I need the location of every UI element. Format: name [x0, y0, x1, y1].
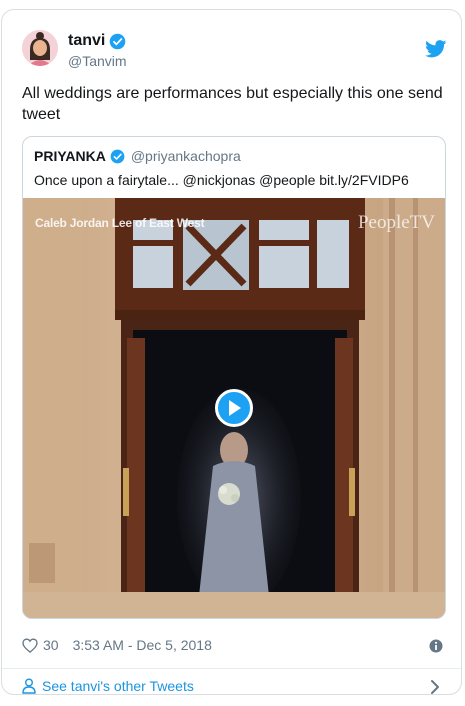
see-other-tweets-label[interactable]: See tanvi's other Tweets: [42, 678, 194, 694]
quoted-text: Once upon a fairytale... @nickjonas @peo…: [34, 172, 409, 188]
see-other-tweets-link[interactable]: See tanvi's other Tweets: [22, 678, 194, 694]
author-handle[interactable]: @Tanvim: [68, 53, 127, 69]
embedded-tweet-card: tanvi @Tanvim All weddings are performan…: [1, 9, 462, 695]
tweet-meta: 30 3:53 AM - Dec 5, 2018: [22, 637, 212, 653]
tweet-timestamp[interactable]: 3:53 AM - Dec 5, 2018: [73, 637, 212, 653]
verified-badge-icon: [110, 33, 126, 49]
video-watermark: PeopleTV: [357, 212, 435, 233]
tweet-text: All weddings are performances but especi…: [22, 85, 443, 123]
play-button[interactable]: [215, 389, 253, 427]
divider: [2, 668, 461, 669]
video-player[interactable]: Caleb Jordan Lee of East West PeopleTV: [23, 198, 445, 618]
like-count[interactable]: 30: [43, 637, 59, 653]
quoted-display-name[interactable]: PRIYANKA: [34, 148, 106, 164]
twitter-bird-icon[interactable]: [425, 40, 447, 58]
video-caption: Caleb Jordan Lee of East West: [35, 216, 205, 230]
author-display-name[interactable]: tanvi: [68, 32, 105, 50]
verified-badge-icon: [110, 149, 125, 163]
quoted-handle[interactable]: @priyankachopra: [131, 148, 241, 164]
author-name[interactable]: tanvi: [68, 32, 126, 50]
play-icon: [229, 400, 241, 416]
heart-icon[interactable]: [22, 637, 38, 653]
chevron-right-icon[interactable]: [430, 679, 440, 695]
avatar[interactable]: [22, 30, 58, 66]
info-icon[interactable]: [429, 639, 443, 653]
quoted-author[interactable]: PRIYANKA @priyankachopra: [34, 148, 241, 164]
user-icon: [22, 678, 36, 694]
quoted-tweet[interactable]: PRIYANKA @priyankachopra Once upon a fai…: [22, 136, 446, 619]
